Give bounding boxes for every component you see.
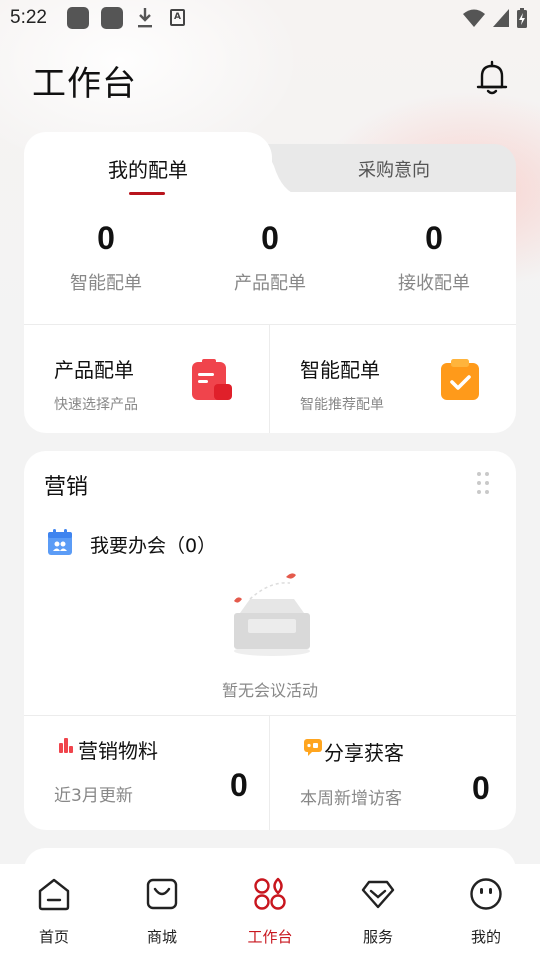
nav-service[interactable]: 服务 bbox=[324, 864, 432, 960]
shopping-bag-icon bbox=[146, 878, 178, 910]
tab-purchase-intent[interactable]: 采购意向 bbox=[272, 156, 516, 182]
calendar-people-icon bbox=[48, 529, 72, 555]
wifi-icon bbox=[463, 9, 485, 27]
nav-mall[interactable]: 商城 bbox=[108, 864, 216, 960]
product-order-action[interactable]: 产品配单 快速选择产品 bbox=[24, 324, 270, 433]
nav-label: 我的 bbox=[470, 928, 501, 946]
app-icon bbox=[101, 7, 123, 29]
materials-title: 营销物料 bbox=[78, 739, 158, 763]
stat-value: 0 bbox=[261, 220, 279, 256]
nav-label: 首页 bbox=[38, 928, 69, 946]
materials-subtitle: 近3月更新 bbox=[54, 786, 133, 806]
bar-chart-icon bbox=[59, 738, 73, 753]
tab-active-indicator bbox=[129, 192, 165, 195]
chat-share-icon bbox=[304, 739, 322, 756]
download-icon bbox=[138, 8, 152, 28]
share-subtitle: 本周新增访客 bbox=[300, 789, 402, 809]
nav-mine[interactable]: 我的 bbox=[432, 864, 540, 960]
action-title: 智能配单 bbox=[300, 358, 380, 382]
empty-state-text: 暂无会议活动 bbox=[221, 681, 318, 700]
bell-icon[interactable] bbox=[472, 58, 512, 98]
marketing-card: 营销 我要办会（0） 暂无会议活动 营销物料 近3月更新 0 分享获客 本周新增… bbox=[24, 451, 516, 830]
share-title: 分享获客 bbox=[324, 741, 404, 765]
order-stats: 0 智能配单 0 产品配单 0 接收配单 bbox=[24, 220, 516, 310]
marketing-title: 营销 bbox=[44, 475, 89, 500]
materials-count: 0 bbox=[230, 767, 248, 803]
page-title: 工作台 bbox=[32, 64, 137, 104]
stat-value: 0 bbox=[425, 220, 443, 256]
action-title: 产品配单 bbox=[54, 358, 134, 382]
stat-label: 智能配单 bbox=[70, 273, 142, 294]
workbench-icon bbox=[254, 877, 286, 910]
smart-order-action[interactable]: 智能配单 智能推荐配单 bbox=[270, 324, 516, 433]
nav-label: 工作台 bbox=[247, 928, 293, 946]
action-subtitle: 快速选择产品 bbox=[54, 397, 138, 413]
stat-smart-orders[interactable]: 0 智能配单 bbox=[24, 220, 188, 295]
drag-handle-icon[interactable] bbox=[476, 471, 490, 495]
face-icon bbox=[470, 878, 502, 910]
empty-inbox-illustration bbox=[234, 573, 310, 656]
meeting-label: 我要办会（0） bbox=[90, 535, 217, 557]
nav-home[interactable]: 首页 bbox=[0, 864, 108, 960]
tab-my-orders-label[interactable]: 我的配单 bbox=[24, 154, 272, 183]
action-subtitle: 智能推荐配单 bbox=[300, 397, 384, 413]
stat-label: 接收配单 bbox=[398, 273, 470, 294]
status-right bbox=[462, 6, 528, 30]
nav-label: 服务 bbox=[362, 928, 393, 946]
home-icon bbox=[38, 878, 70, 911]
signal-icon bbox=[493, 9, 509, 27]
stat-label: 产品配单 bbox=[234, 273, 306, 294]
app-icon bbox=[67, 7, 89, 29]
product-order-icon bbox=[192, 359, 232, 400]
share-count: 0 bbox=[472, 770, 490, 806]
status-time: 5:22 bbox=[10, 7, 47, 28]
status-bar: 5:22 A bbox=[0, 0, 540, 36]
nav-label: 商城 bbox=[146, 928, 177, 946]
font-icon: A bbox=[170, 9, 185, 26]
orders-card: 我的配单 采购意向 0 智能配单 0 产品配单 0 接收配单 产品配单 快速选择… bbox=[24, 132, 516, 433]
diamond-icon bbox=[361, 880, 395, 909]
marketing-materials[interactable]: 营销物料 近3月更新 0 bbox=[24, 715, 270, 830]
clipboard-check-icon bbox=[441, 359, 479, 400]
battery-charging-icon bbox=[517, 8, 527, 28]
bottom-nav: 首页 商城 工作台 服务 我的 bbox=[0, 864, 540, 960]
nav-workbench[interactable]: 工作台 bbox=[216, 864, 324, 960]
share-visitors[interactable]: 分享获客 本周新增访客 0 bbox=[270, 715, 516, 830]
stat-received-orders[interactable]: 0 接收配单 bbox=[352, 220, 516, 295]
stat-product-orders[interactable]: 0 产品配单 bbox=[188, 220, 352, 295]
stat-value: 0 bbox=[97, 220, 115, 256]
